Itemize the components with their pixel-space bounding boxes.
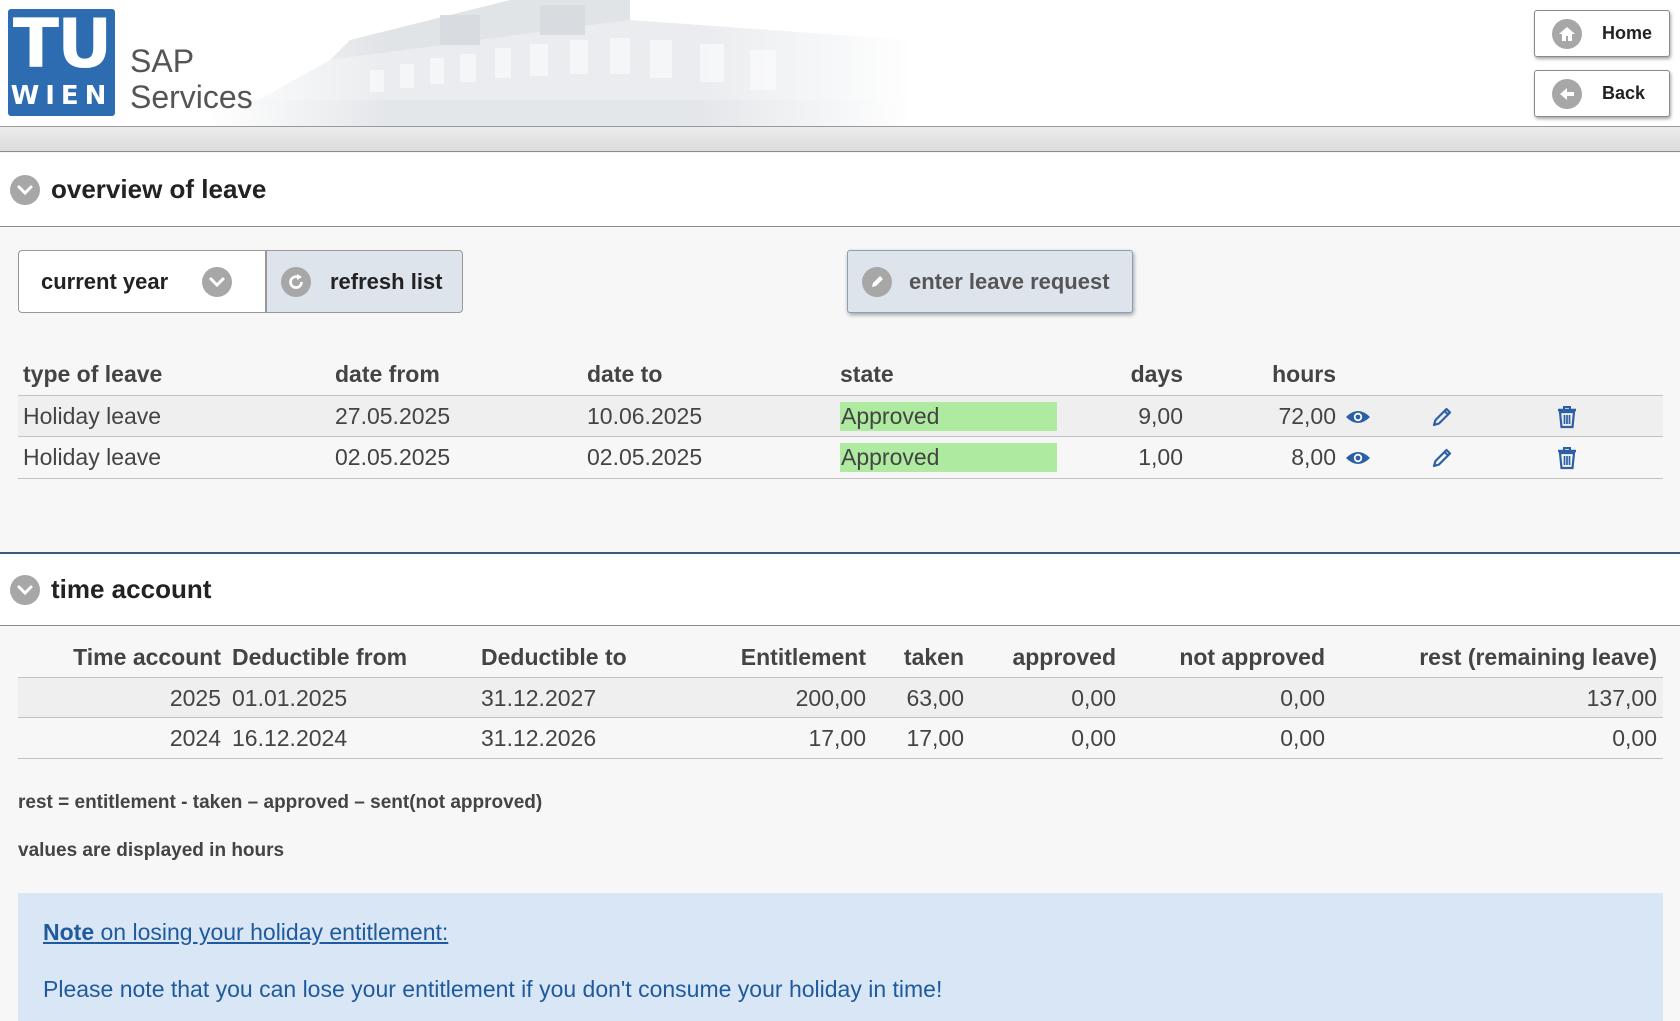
logo-tu-text: TU bbox=[12, 5, 113, 84]
ta-taken: 17,00 bbox=[906, 725, 964, 751]
units-note: values are displayed in hours bbox=[18, 840, 285, 861]
note-link-rest: on losing your holiday entitlement: bbox=[94, 919, 449, 945]
time-account-section-title: time account bbox=[51, 574, 212, 604]
ta-deductible-to: 31.12.2027 bbox=[481, 685, 597, 711]
time-account-row: 2024 16.12.2024 31.12.2026 17,00 17,00 0… bbox=[18, 718, 1663, 759]
pencil-icon[interactable] bbox=[1428, 403, 1456, 431]
leave-days: 1,00 bbox=[1138, 444, 1183, 470]
time-account-section-header[interactable]: time account bbox=[0, 552, 1680, 626]
leave-date-from: 02.05.2025 bbox=[335, 444, 451, 470]
entitlement-info-text: Please note that you can lose your entit… bbox=[43, 976, 943, 1002]
refresh-list-label: refresh list bbox=[330, 268, 443, 294]
tu-wien-logo: TU WIEN bbox=[8, 9, 115, 116]
col-deductible-from: Deductible from bbox=[232, 644, 408, 670]
eye-icon[interactable] bbox=[1344, 444, 1372, 472]
col-date-from: date from bbox=[335, 361, 440, 387]
building-banner-image bbox=[210, 0, 910, 126]
ta-account: 2025 bbox=[169, 685, 221, 711]
leave-date-from: 27.05.2025 bbox=[335, 403, 451, 429]
pencil-icon bbox=[862, 266, 892, 297]
chevron-down-icon bbox=[202, 267, 232, 297]
back-button[interactable]: Back bbox=[1534, 70, 1670, 117]
entitlement-info-box: Note on losing your holiday entitlement:… bbox=[18, 893, 1663, 1021]
pencil-icon[interactable] bbox=[1428, 444, 1456, 472]
leave-hours: 8,00 bbox=[1291, 444, 1336, 470]
refresh-icon bbox=[281, 266, 311, 297]
back-button-label: Back bbox=[1602, 83, 1646, 103]
entitlement-note-link[interactable]: Note on losing your holiday entitlement: bbox=[43, 919, 448, 946]
app-header: TU WIEN SAP Services Home Back bbox=[0, 0, 1680, 127]
year-select[interactable]: current year bbox=[18, 250, 266, 313]
rest-formula-note: rest = entitlement - taken – approved – … bbox=[18, 792, 543, 813]
note-link-bold: Note bbox=[43, 919, 95, 945]
col-rest-remaining: rest (remaining leave) bbox=[1419, 644, 1657, 670]
col-taken: taken bbox=[903, 644, 964, 670]
ta-taken: 63,00 bbox=[906, 685, 964, 711]
refresh-list-button[interactable]: refresh list bbox=[266, 250, 463, 313]
col-days: days bbox=[1130, 361, 1183, 387]
ta-deductible-to: 31.12.2026 bbox=[481, 725, 597, 751]
chevron-down-icon[interactable] bbox=[10, 174, 40, 205]
ta-deductible-from: 16.12.2024 bbox=[232, 725, 348, 751]
leave-date-to: 10.06.2025 bbox=[587, 403, 703, 429]
col-date-to: date to bbox=[587, 361, 663, 387]
trash-icon[interactable] bbox=[1553, 403, 1581, 431]
ta-account: 2024 bbox=[169, 725, 221, 751]
leave-days: 9,00 bbox=[1138, 403, 1183, 429]
enter-leave-request-button[interactable]: enter leave request bbox=[847, 250, 1133, 313]
eye-icon[interactable] bbox=[1344, 403, 1372, 431]
year-select-value: current year bbox=[41, 268, 169, 294]
leave-date-to: 02.05.2025 bbox=[587, 444, 703, 470]
leave-type: Holiday leave bbox=[23, 444, 162, 470]
ta-approved: 0,00 bbox=[1071, 685, 1116, 711]
col-hours: hours bbox=[1272, 361, 1336, 387]
trash-icon[interactable] bbox=[1553, 444, 1581, 472]
col-approved: approved bbox=[1012, 644, 1116, 670]
home-button[interactable]: Home bbox=[1534, 10, 1670, 57]
app-name-line2: Services bbox=[130, 79, 253, 115]
ta-rest: 137,00 bbox=[1586, 685, 1657, 711]
overview-section-title: overview of leave bbox=[51, 174, 267, 204]
col-deductible-to: Deductible to bbox=[481, 644, 627, 670]
leave-table-row: Holiday leave 27.05.2025 10.06.2025 Appr… bbox=[18, 395, 1663, 437]
logo-wien-text: WIEN bbox=[10, 81, 113, 111]
leave-hours: 72,00 bbox=[1278, 403, 1336, 429]
ta-approved: 0,00 bbox=[1071, 725, 1116, 751]
col-not-approved: not approved bbox=[1179, 644, 1325, 670]
ta-not-approved: 0,00 bbox=[1280, 725, 1325, 751]
time-account-row: 2025 01.01.2025 31.12.2027 200,00 63,00 … bbox=[18, 677, 1663, 718]
col-time-account: Time account bbox=[73, 644, 221, 670]
leave-table-row: Holiday leave 02.05.2025 02.05.2025 Appr… bbox=[18, 437, 1663, 479]
enter-leave-request-label: enter leave request bbox=[909, 268, 1110, 294]
app-name-line1: SAP bbox=[130, 43, 195, 79]
ta-rest: 0,00 bbox=[1612, 725, 1657, 751]
home-icon bbox=[1552, 18, 1582, 49]
chevron-down-icon[interactable] bbox=[10, 574, 40, 605]
col-type-of-leave: type of leave bbox=[23, 361, 163, 387]
ta-entitlement: 17,00 bbox=[808, 725, 866, 751]
overview-section-header[interactable]: overview of leave bbox=[0, 153, 1680, 227]
arrow-left-icon bbox=[1552, 78, 1582, 109]
col-entitlement: Entitlement bbox=[740, 644, 866, 670]
header-divider bbox=[0, 127, 1680, 152]
ta-entitlement: 200,00 bbox=[795, 685, 866, 711]
home-button-label: Home bbox=[1602, 23, 1653, 43]
status-badge: Approved bbox=[840, 443, 1057, 472]
col-state: state bbox=[840, 361, 894, 387]
ta-deductible-from: 01.01.2025 bbox=[232, 685, 348, 711]
status-badge: Approved bbox=[840, 402, 1057, 431]
leave-type: Holiday leave bbox=[23, 403, 162, 429]
ta-not-approved: 0,00 bbox=[1280, 685, 1325, 711]
